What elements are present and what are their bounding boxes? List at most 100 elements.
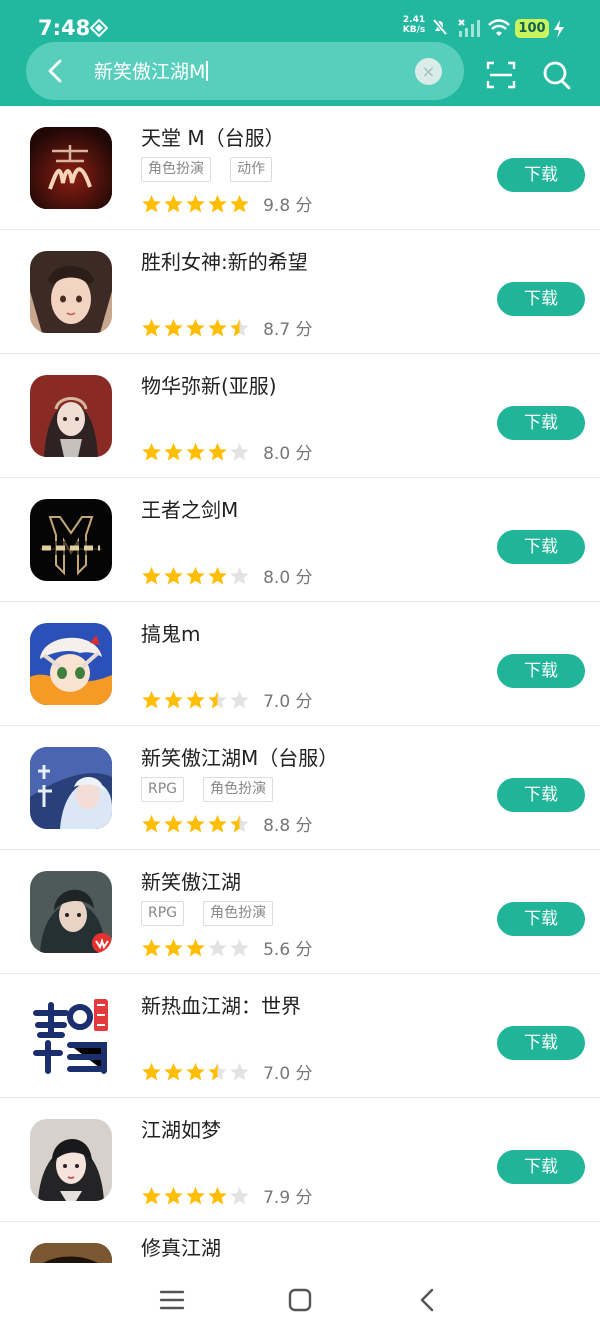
star-icon xyxy=(186,566,205,585)
list-item[interactable]: 物华弥新(亚服) 8.0 分 下载 xyxy=(0,354,600,478)
app-icon-jianghu-rumeng[interactable] xyxy=(30,1119,112,1201)
clear-icon[interactable]: × xyxy=(415,58,442,85)
star-icon xyxy=(142,442,161,461)
star-icon xyxy=(186,938,205,957)
app-icon-xiuzhen-jianghu[interactable] xyxy=(30,1243,112,1263)
app-title[interactable]: 新笑傲江湖 xyxy=(141,866,241,895)
score: 8.8 分 xyxy=(263,816,313,836)
score: 8.0 分 xyxy=(263,568,313,588)
tag: 角色扮演 xyxy=(203,901,274,926)
app-title[interactable]: 物华弥新(亚服) xyxy=(141,370,277,399)
charging-icon xyxy=(554,20,564,38)
star-icon xyxy=(230,442,249,461)
app-icon-wuhua-mixin[interactable] xyxy=(30,375,112,457)
star-rating xyxy=(141,317,251,338)
star-icon xyxy=(208,318,227,337)
app-icon-xinxiaoao-jianghu[interactable] xyxy=(30,871,112,953)
app-icon-xinxiaoao-jianghu-m[interactable] xyxy=(30,747,112,829)
tag-list: 角色扮演 动作 xyxy=(141,157,286,182)
tag: RPG xyxy=(141,777,185,802)
app-title[interactable]: 胜利女神:新的希望 xyxy=(141,246,308,275)
back-arrow-icon[interactable] xyxy=(42,57,70,85)
menu-icon[interactable] xyxy=(158,1286,186,1314)
search-input[interactable]: 新笑傲江湖M xyxy=(94,57,209,84)
download-button[interactable]: 下载 xyxy=(497,282,585,316)
star-icon xyxy=(208,690,227,709)
score: 7.9 分 xyxy=(263,1188,313,1208)
score: 7.0 分 xyxy=(263,692,313,712)
star-icon xyxy=(186,194,205,213)
app-header: 7:48 2.41 KB/s 100 新笑傲江湖M × xyxy=(0,0,600,106)
score: 5.6 分 xyxy=(263,940,313,960)
download-button[interactable]: 下载 xyxy=(497,778,585,812)
list-item[interactable]: 修真江湖 xyxy=(0,1222,600,1263)
status-bar: 7:48 2.41 KB/s 100 xyxy=(0,0,600,44)
scan-icon[interactable] xyxy=(486,60,516,90)
star-icon xyxy=(164,814,183,833)
app-title[interactable]: 新笑傲江湖M（台服） xyxy=(141,742,338,771)
tag-list: RPG 角色扮演 xyxy=(141,901,287,926)
app-title[interactable]: 天堂 M（台服） xyxy=(141,122,285,151)
back-arrow-icon[interactable] xyxy=(414,1286,442,1314)
download-button[interactable]: 下载 xyxy=(497,654,585,688)
app-icon-nikke[interactable] xyxy=(30,251,112,333)
rating: 8.0 分 xyxy=(141,439,313,464)
list-item[interactable]: 王者之剑M 8.0 分 下载 xyxy=(0,478,600,602)
star-icon xyxy=(142,814,161,833)
star-icon xyxy=(186,442,205,461)
search-icon[interactable] xyxy=(542,60,571,91)
list-item[interactable]: 胜利女神:新的希望 8.7 分 下载 xyxy=(0,230,600,354)
download-button[interactable]: 下载 xyxy=(497,1150,585,1184)
wifi-icon xyxy=(488,19,510,36)
star-rating xyxy=(141,193,251,214)
app-title[interactable]: 江湖如梦 xyxy=(141,1114,221,1143)
list-item[interactable]: 新笑傲江湖M（台服） RPG 角色扮演 8.8 分 下载 xyxy=(0,726,600,850)
app-icon-rexue-jianghu-shijie[interactable] xyxy=(30,995,112,1077)
rating: 8.0 分 xyxy=(141,563,313,588)
star-icon xyxy=(164,938,183,957)
app-title[interactable]: 搞鬼m xyxy=(141,618,200,647)
star-icon xyxy=(186,1062,205,1081)
rating: 9.8 分 xyxy=(141,191,313,216)
list-item[interactable]: 新笑傲江湖 RPG 角色扮演 5.6 分 下载 xyxy=(0,850,600,974)
star-icon xyxy=(142,938,161,957)
star-icon xyxy=(142,1062,161,1081)
status-time: 7:48 xyxy=(38,16,91,40)
list-item[interactable]: 新热血江湖：世界 7.0 分 下载 xyxy=(0,974,600,1098)
search-bar[interactable]: 新笑傲江湖M × xyxy=(26,42,464,100)
star-icon xyxy=(142,194,161,213)
star-icon xyxy=(208,1062,227,1081)
download-button[interactable]: 下载 xyxy=(497,158,585,192)
list-item[interactable]: 江湖如梦 7.9 分 下载 xyxy=(0,1098,600,1222)
app-title[interactable]: 新热血江湖：世界 xyxy=(141,990,301,1019)
star-rating xyxy=(141,441,251,462)
star-icon xyxy=(164,442,183,461)
app-title[interactable]: 王者之剑M xyxy=(141,494,238,523)
star-icon xyxy=(164,194,183,213)
download-button[interactable]: 下载 xyxy=(497,406,585,440)
rating: 8.8 分 xyxy=(141,811,313,836)
star-icon xyxy=(142,1186,161,1205)
star-icon xyxy=(208,194,227,213)
app-icon-wangzhe-zhijian[interactable] xyxy=(30,499,112,581)
star-rating xyxy=(141,937,251,958)
star-icon xyxy=(142,566,161,585)
star-rating xyxy=(141,1061,251,1082)
list-item[interactable]: 搞鬼m 7.0 分 下载 xyxy=(0,602,600,726)
app-icon-tianmang-m[interactable] xyxy=(30,127,112,209)
list-item[interactable]: 天堂 M（台服） 角色扮演 动作 9.8 分 下载 xyxy=(0,106,600,230)
network-speed: 2.41 KB/s xyxy=(402,15,426,35)
score: 8.0 分 xyxy=(263,444,313,464)
search-results-list[interactable]: 天堂 M（台服） 角色扮演 动作 9.8 分 下载 胜利女神:新的希望 8.7 … xyxy=(0,106,600,1263)
home-icon[interactable] xyxy=(286,1286,314,1314)
star-icon xyxy=(208,938,227,957)
app-title[interactable]: 修真江湖 xyxy=(141,1232,221,1261)
download-button[interactable]: 下载 xyxy=(497,530,585,564)
rating: 7.0 分 xyxy=(141,1059,313,1084)
download-button[interactable]: 下载 xyxy=(497,1026,585,1060)
score: 8.7 分 xyxy=(263,320,313,340)
star-icon xyxy=(186,814,205,833)
system-navigation-bar xyxy=(0,1263,600,1333)
download-button[interactable]: 下载 xyxy=(497,902,585,936)
app-icon-gaogui-m[interactable] xyxy=(30,623,112,705)
